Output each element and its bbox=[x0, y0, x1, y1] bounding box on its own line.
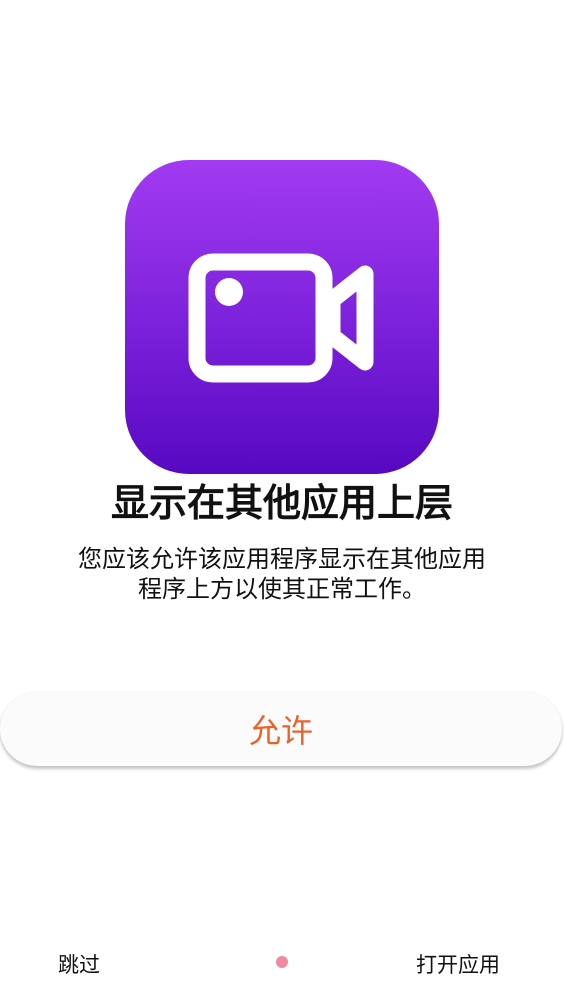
app-icon bbox=[125, 160, 439, 474]
description-line-2: 程序上方以使其正常工作。 bbox=[138, 575, 426, 603]
permission-description: 您应该允许该应用程序显示在其他应用 程序上方以使其正常工作。 bbox=[62, 544, 502, 604]
bottom-navigation: 跳过 打开应用 bbox=[0, 944, 564, 988]
video-camera-icon bbox=[188, 253, 374, 383]
allow-button[interactable]: 允许 bbox=[0, 692, 562, 766]
open-app-button[interactable]: 打开应用 bbox=[416, 952, 500, 978]
skip-button[interactable]: 跳过 bbox=[58, 952, 100, 978]
page-title: 显示在其他应用上层 bbox=[110, 481, 453, 525]
page-indicator-dot bbox=[276, 956, 288, 968]
description-line-1: 您应该允许该应用程序显示在其他应用 bbox=[78, 545, 486, 573]
